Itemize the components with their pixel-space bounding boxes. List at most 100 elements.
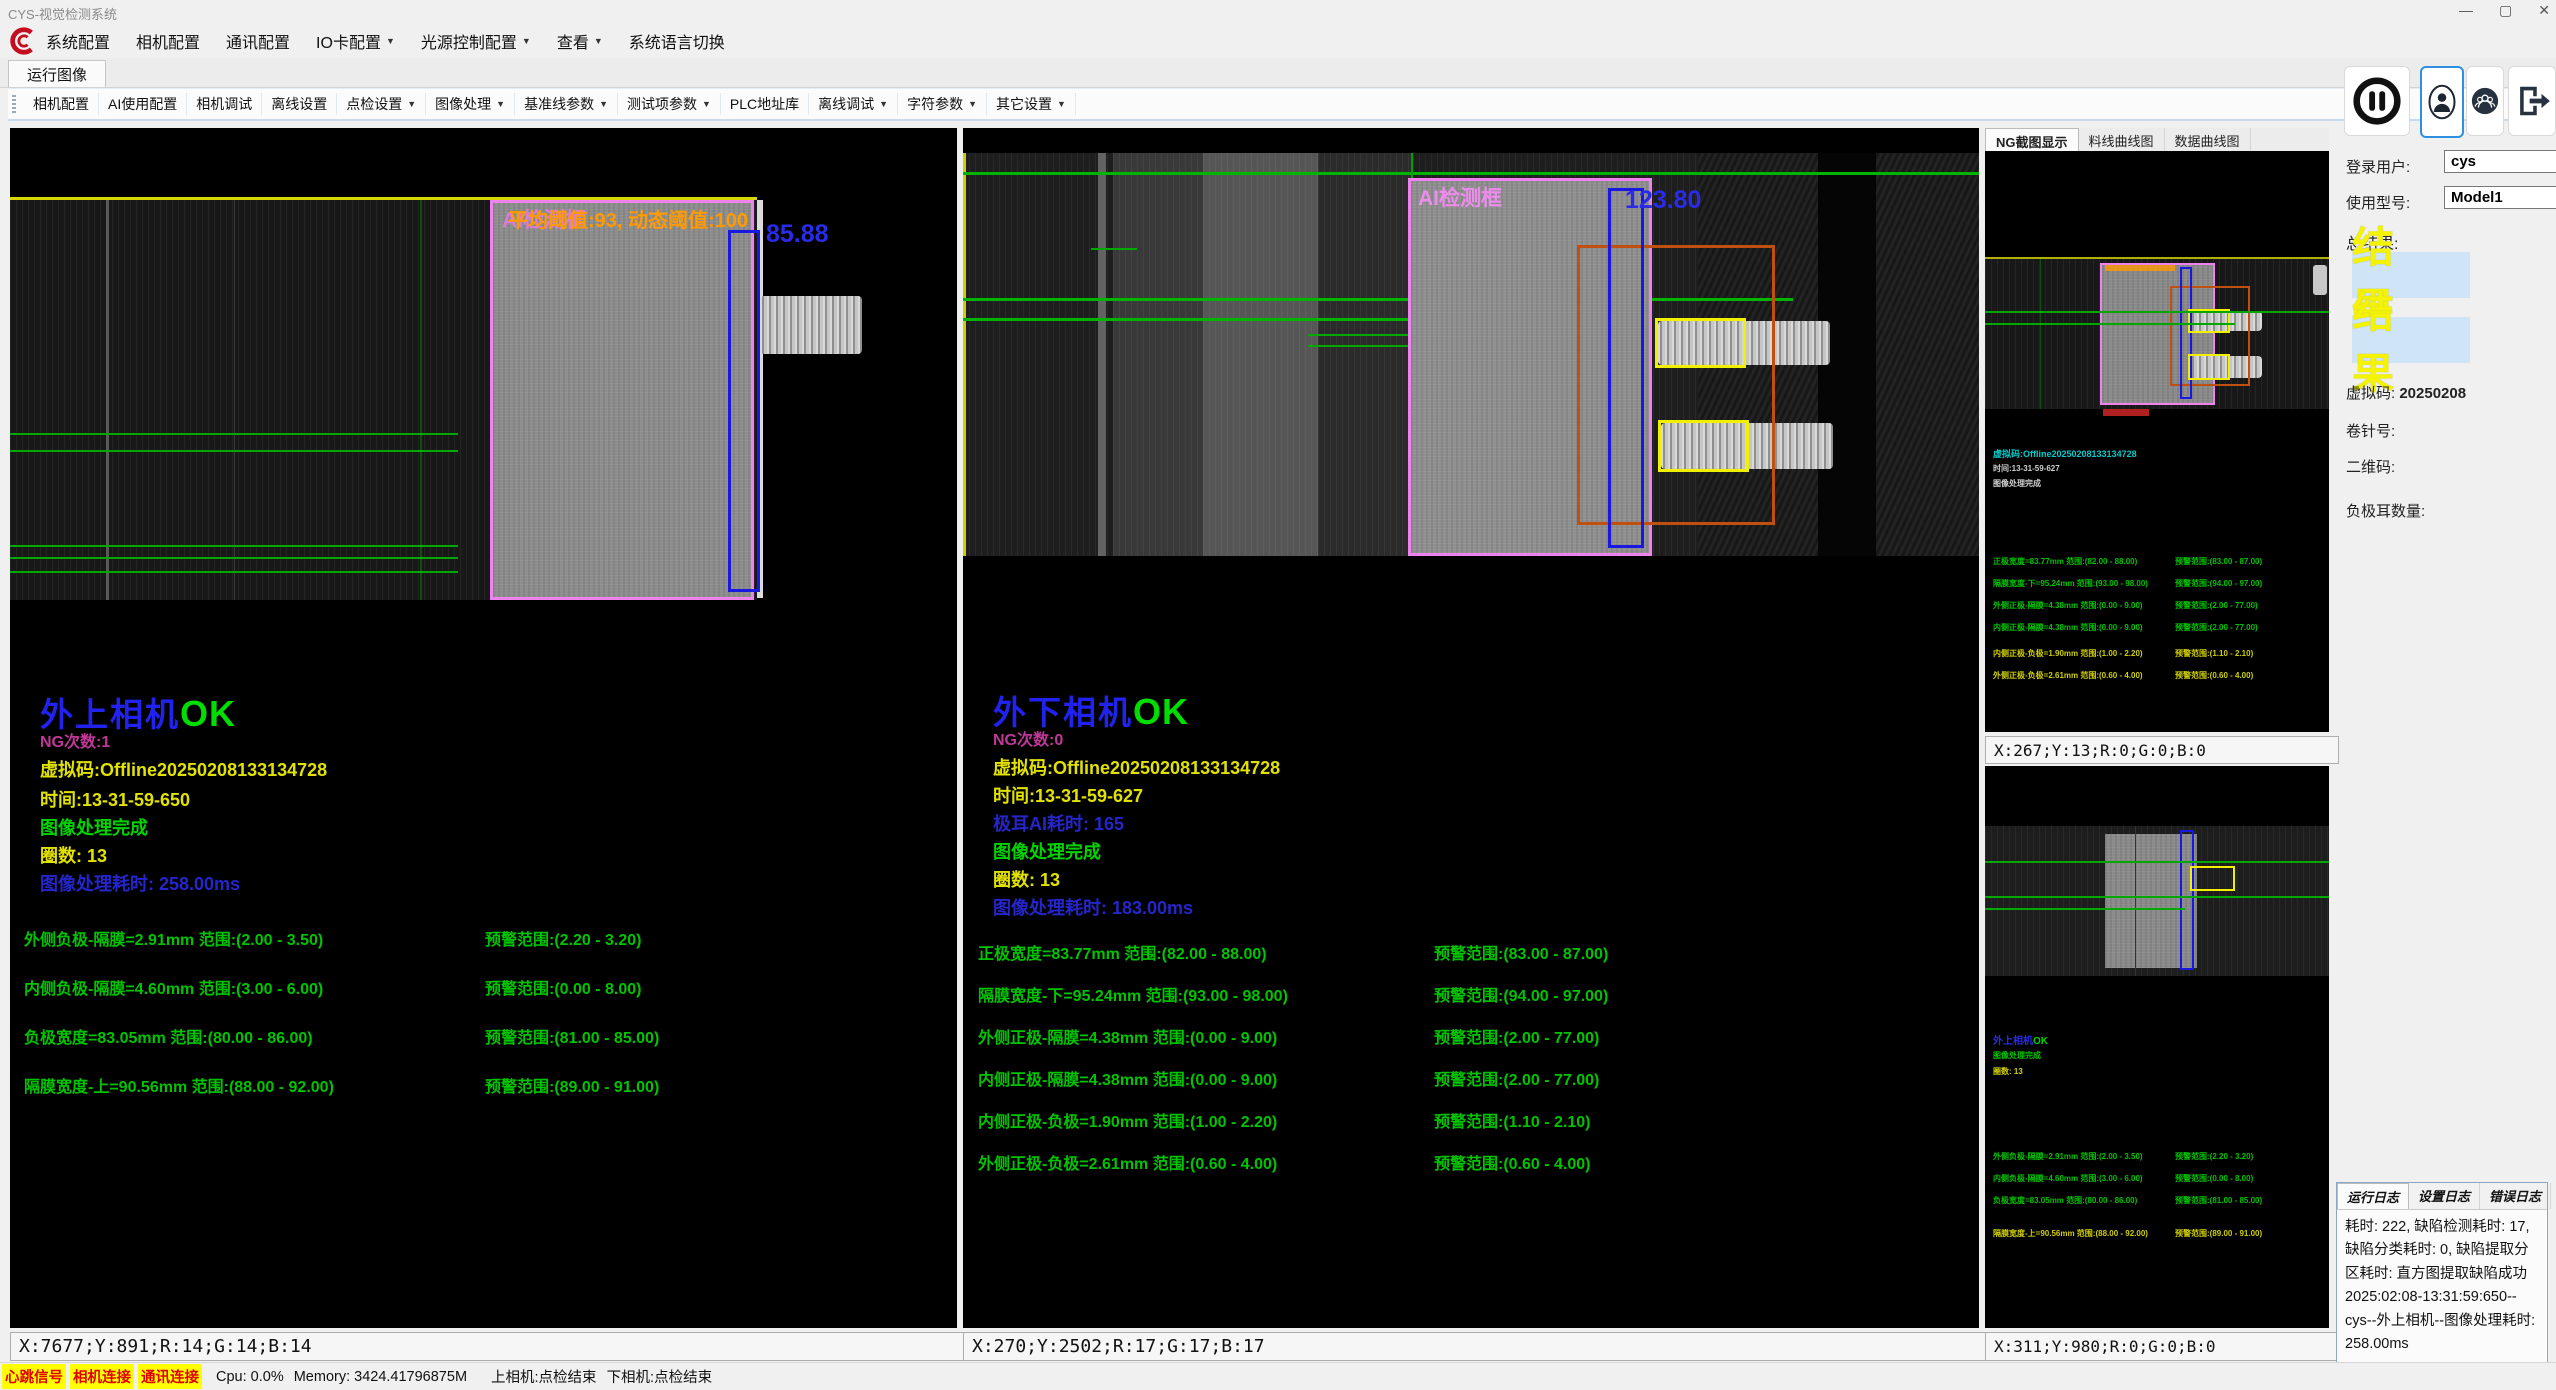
measurement-warn: 预警范围:(81.00 - 85.00) [485,1024,659,1048]
chevron-down-icon: ▼ [879,99,888,109]
secondary-toolbar: 相机配置 AI使用配置 相机调试 离线设置 点检设置▼ 图像处理▼ 基准线参数▼… [8,88,2548,121]
mini-meas: 外侧正极-隔膜=4.38mm 范围:(0.00 - 9.00) [1993,600,2143,611]
heartbeat-badge: 心跳信号 [2,1364,66,1389]
mini-meas: 预警范围:(2.20 - 3.20) [2175,1151,2253,1162]
ng-snapshot-lower[interactable]: 外上相机OK 图像处理完成 圈数: 13 外侧负极-隔膜=2.91mm 范围:(… [1985,766,2329,1328]
green-vertical-line [2040,259,2041,409]
measurement-warn: 预警范围:(94.00 - 97.00) [1434,982,1608,1006]
users-icon [2470,86,2500,116]
threshold-overlay-text: 平均阈值:93, 动态阈值:100 [508,204,748,233]
tab-run-log[interactable]: 运行日志 [2337,1183,2409,1209]
exit-icon [2513,82,2551,120]
app-window: CYS-视觉检测系统 — ▢ ✕ 系统配置 相机配置 通讯配置 IO卡配置▼ 光… [0,0,2556,1390]
measurement-warn: 预警范围:(0.60 - 4.00) [1434,1150,1591,1174]
green-hline [1985,311,2329,313]
tab-error-log[interactable]: 错误日志 [2480,1183,2551,1209]
menu-io-card-config[interactable]: IO卡配置▼ [316,29,395,53]
green-hline [1985,323,2235,325]
toolbar-baseline-params[interactable]: 基准线参数▼ [515,93,618,115]
ng-upper-coords: X:267;Y:13;R:0;G:0;B:0 [1985,736,2339,764]
mini-meas: 预警范围:(0.60 - 4.00) [2175,670,2253,681]
mini-meas: 内侧负极-隔膜=4.60mm 范围:(3.00 - 6.00) [1993,1173,2143,1184]
log-content[interactable]: 耗时: 222, 缺陷检测耗时: 17, 缺陷分类耗时: 0, 缺陷提取分区耗时… [2337,1210,2547,1363]
mini-turns-line: 圈数: 13 [1993,1066,2023,1077]
login-user-label: 登录用户: [2346,156,2410,177]
toolbar-test-item-params[interactable]: 测试项参数▼ [618,93,721,115]
toolbar-image-processing[interactable]: 图像处理▼ [426,93,515,115]
mini-meas: 隔膜宽度-下=95.24mm 范围:(93.00 - 98.00) [1993,578,2148,589]
processing-done: 图像处理完成 [993,838,1101,864]
pause-button[interactable] [2344,66,2410,136]
toolbar-plc-address-lib[interactable]: PLC地址库 [721,93,809,115]
measurement-warn: 预警范围:(0.00 - 8.00) [485,975,642,999]
title-bar: CYS-视觉检测系统 — ▢ ✕ [0,0,2556,24]
toolbar-char-params[interactable]: 字符参数▼ [898,93,987,115]
upper-camera-view[interactable]: AI检测框 平均阈值:93, 动态阈值:100 85.88 外上相机OK NG次… [10,128,957,1328]
user-login-button[interactable] [2420,66,2464,138]
upper-camera-check-status: 上相机:点检结束 [491,1366,597,1387]
virtual-code-value: 20250208 [2399,385,2466,402]
green-hline [963,172,1979,175]
electrode-tab-blob [760,296,862,354]
ng-count: NG次数:0 [993,726,1063,750]
tab-run-image[interactable]: 运行图像 [8,60,106,87]
gray-strip [1113,153,1203,556]
toolbar-offline-debug[interactable]: 离线调试▼ [809,93,898,115]
gray-strip [1318,153,1411,556]
ng-snapshot-upper[interactable]: 虚拟码:Offline20250208133134728 时间:13-31-59… [1985,151,2329,732]
menu-light-control-config[interactable]: 光源控制配置▼ [421,29,531,53]
log-panel: 运行日志 设置日志 错误日志 耗时: 222, 缺陷检测耗时: 17, 缺陷分类… [2336,1182,2548,1388]
mini-done-line: 图像处理完成 [1993,1050,2041,1061]
toolbar-camera-debug[interactable]: 相机调试 [187,93,262,115]
mini-meas: 预警范围:(83.00 - 87.00) [2175,556,2262,567]
maximize-icon[interactable]: ▢ [2499,2,2512,19]
toolbar-drag-handle[interactable] [12,95,16,113]
processing-done: 图像处理完成 [40,814,148,840]
mini-meas: 内侧正极-隔膜=4.38mm 范围:(0.00 - 9.00) [1993,622,2143,633]
toolbar-ai-use-config[interactable]: AI使用配置 [99,93,187,115]
menu-language-switch[interactable]: 系统语言切换 [629,29,725,53]
measurement-warn: 预警范围:(83.00 - 87.00) [1434,940,1608,964]
menu-comm-config[interactable]: 通讯配置 [226,29,290,53]
mini-meas: 预警范围:(89.00 - 91.00) [2175,1228,2262,1239]
measurement-warn: 预警范围:(1.10 - 2.10) [1434,1108,1591,1132]
menu-system-config[interactable]: 系统配置 [46,29,110,53]
orange-region-box [1577,245,1775,525]
bright-strip [1098,153,1106,556]
capture-time: 时间:13-31-59-650 [40,786,190,812]
minimize-icon[interactable]: — [2459,2,2473,19]
mini-code-line: 虚拟码:Offline20250208133134728 [1993,447,2137,460]
menu-view[interactable]: 查看▼ [557,29,603,53]
measurement-row: 正极宽度=83.77mm 范围:(82.00 - 88.00) [978,940,1267,964]
toolbar-other-settings[interactable]: 其它设置▼ [987,93,1076,115]
mini-meas: 预警范围:(1.10 - 2.10) [2175,648,2253,659]
chevron-down-icon: ▼ [594,36,603,46]
close-icon[interactable]: ✕ [2538,2,2550,19]
toolbar-spot-check-setting[interactable]: 点检设置▼ [337,93,426,115]
chevron-down-icon: ▼ [386,36,395,46]
tab-setting-log[interactable]: 设置日志 [2409,1183,2480,1209]
measurement-row: 内侧正极-隔膜=4.38mm 范围:(0.00 - 9.00) [978,1066,1277,1090]
exit-button[interactable] [2508,66,2556,136]
processing-elapsed: 图像处理耗时: 258.00ms [40,870,240,896]
green-vertical-line [2135,826,2136,976]
qr-code-label: 二维码: [2346,456,2395,477]
lower-camera-view[interactable]: AI检测框 123.80 外下相机OK NG次数:0 虚拟码:Offline20… [963,128,1979,1328]
mini-done-line: 图像处理完成 [1993,478,2041,489]
green-hline [10,557,458,559]
chevron-down-icon: ▼ [599,99,608,109]
user-group-button[interactable] [2466,66,2504,136]
ai-detect-box [490,200,754,600]
menu-camera-config[interactable]: 相机配置 [136,29,200,53]
login-user-input[interactable] [2444,150,2556,173]
blue-measure-box [1608,188,1644,548]
toolbar-camera-config[interactable]: 相机配置 [24,93,99,115]
processing-elapsed: 图像处理耗时: 183.00ms [993,894,1193,920]
toolbar-offline-setting[interactable]: 离线设置 [262,93,337,115]
measurement-row: 外侧正极-负极=2.61mm 范围:(0.60 - 4.00) [978,1150,1277,1174]
measurement-warn: 预警范围:(2.00 - 77.00) [1434,1066,1599,1090]
user-icon [2427,82,2457,122]
mini-metal-blob [2313,265,2327,295]
model-input[interactable] [2444,186,2556,209]
status-bar: 心跳信号 相机连接 通讯连接 Cpu: 0.0% Memory: 3424.41… [0,1362,2556,1390]
